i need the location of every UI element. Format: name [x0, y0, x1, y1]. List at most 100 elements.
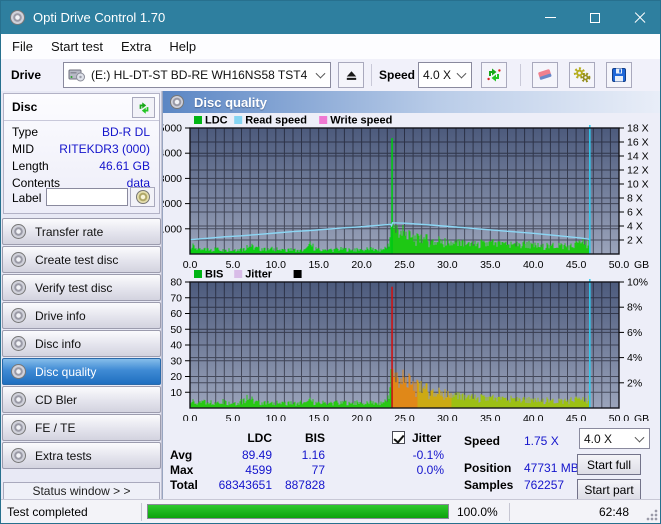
- svg-text:70: 70: [170, 292, 182, 304]
- eraser-icon: [538, 69, 552, 80]
- svg-text:20: 20: [170, 371, 182, 383]
- disc-refresh-button[interactable]: [132, 97, 155, 118]
- svg-text:0.0: 0.0: [183, 259, 198, 269]
- close-button[interactable]: [620, 1, 660, 34]
- cd-icon: [11, 448, 26, 463]
- maximize-button[interactable]: [575, 1, 615, 34]
- svg-text:40.0: 40.0: [523, 259, 544, 269]
- svg-text:4000: 4000: [163, 148, 182, 160]
- eject-button[interactable]: [338, 62, 364, 88]
- svg-text:BIS: BIS: [205, 269, 223, 281]
- position-stat-value: 47731 MB: [524, 461, 579, 475]
- disc-label-button[interactable]: [130, 187, 155, 207]
- drive-value: (E:) HL-DT-ST BD-RE WH16NS58 TST4: [91, 68, 308, 82]
- ldc-column-header: LDC: [247, 431, 272, 445]
- svg-text:30: 30: [170, 355, 182, 367]
- ldc-read-speed-chart: 1000 2000 3000 4000 5000 2 X 4 X 6 X 8 X 10 X 12 X…: [163, 115, 649, 269]
- toolbar-separator: [371, 64, 372, 86]
- sidebar-item-fe-te[interactable]: FE / TE: [2, 414, 161, 441]
- sidebar-item-label: Create test disc: [35, 252, 119, 267]
- samples-stat-value: 762257: [524, 478, 565, 492]
- svg-text:4%: 4%: [627, 352, 642, 364]
- disc-label-input[interactable]: [46, 188, 128, 206]
- field-label: Label: [12, 191, 42, 205]
- avg-bis-value: 1.16: [301, 448, 325, 462]
- drive-select[interactable]: (E:) HL-DT-ST BD-RE WH16NS58 TST4: [63, 62, 331, 88]
- max-row-label: Max: [170, 463, 194, 477]
- drive-label: Drive: [11, 68, 42, 82]
- svg-text:5000: 5000: [163, 123, 182, 135]
- menu-help[interactable]: Help: [160, 36, 205, 57]
- field-value: BD-R DL: [101, 125, 150, 139]
- bis-jitter-chart: 10 20 30 40 50 60 70 80 2% 4% 6% 8% 10% 0.0 5.0 10.0 15.…: [170, 269, 649, 421]
- disc-panel-title: Disc: [12, 100, 38, 114]
- sidebar-item-label: CD Bler: [35, 392, 78, 407]
- save-icon: [612, 68, 626, 82]
- speed-stat-value: 1.75 X: [524, 434, 559, 448]
- svg-text:10.0: 10.0: [266, 259, 287, 269]
- sidebar-item-extra-tests[interactable]: Extra tests: [2, 442, 161, 469]
- sidebar-item-label: Drive info: [35, 308, 86, 323]
- svg-text:40: 40: [170, 340, 182, 352]
- svg-text:25.0: 25.0: [394, 413, 415, 421]
- svg-text:0.0: 0.0: [183, 413, 198, 421]
- samples-stat-label: Samples: [464, 478, 514, 492]
- avg-row-label: Avg: [170, 448, 193, 462]
- field-label: Type: [12, 125, 39, 139]
- sidebar-item-create-test-disc[interactable]: Create test disc: [2, 246, 161, 273]
- svg-text:15.0: 15.0: [308, 259, 329, 269]
- svg-text:10.0: 10.0: [266, 413, 287, 421]
- toolbar-separator: [520, 64, 521, 86]
- svg-text:2%: 2%: [627, 377, 642, 389]
- chevron-down-icon: [315, 68, 326, 79]
- menu-extra[interactable]: Extra: [112, 36, 160, 57]
- svg-text:12 X: 12 X: [627, 165, 649, 177]
- status-window-button[interactable]: Status window > >: [3, 482, 160, 500]
- cd-icon: [11, 364, 26, 379]
- speed-select[interactable]: 4.0 X: [418, 62, 472, 88]
- maximize-icon: [590, 12, 600, 23]
- chevron-down-icon: [634, 432, 645, 443]
- svg-text:5.0: 5.0: [226, 413, 241, 421]
- sidebar-item-cd-bler[interactable]: CD Bler: [2, 386, 161, 413]
- start-full-button[interactable]: Start full: [577, 454, 641, 475]
- disc-info-panel: Disc Type BD-R DL MID RITEKDR3 (000) Len…: [3, 93, 160, 214]
- chevron-down-icon: [456, 68, 467, 79]
- menu-start-test[interactable]: Start test: [42, 36, 112, 57]
- svg-text:6 X: 6 X: [627, 207, 643, 219]
- svg-text:35.0: 35.0: [480, 413, 501, 421]
- sidebar-item-transfer-rate[interactable]: Transfer rate: [2, 218, 161, 245]
- resize-grip[interactable]: [646, 509, 658, 521]
- svg-text:LDC: LDC: [205, 115, 228, 127]
- minimize-icon: [544, 17, 556, 18]
- sidebar-item-drive-info[interactable]: Drive info: [2, 302, 161, 329]
- start-part-button[interactable]: Start part: [577, 479, 641, 500]
- sidebar-item-disc-info[interactable]: Disc info: [2, 330, 161, 357]
- menu-file[interactable]: File: [3, 36, 42, 57]
- drive-icon: [68, 69, 85, 82]
- svg-text:Jitter: Jitter: [245, 269, 273, 281]
- svg-text:1000: 1000: [163, 223, 182, 235]
- max-jitter-value: 0.0%: [416, 463, 444, 477]
- minimize-button[interactable]: [530, 1, 570, 34]
- svg-text:16 X: 16 X: [627, 137, 649, 149]
- svg-text:60: 60: [170, 308, 182, 320]
- position-stat-label: Position: [464, 461, 512, 475]
- jitter-checkbox[interactable]: [392, 431, 405, 444]
- erase-disc-button[interactable]: [532, 62, 558, 88]
- cd-icon: [11, 252, 26, 267]
- svg-text:40.0: 40.0: [523, 413, 544, 421]
- sidebar-item-label: Transfer rate: [35, 224, 104, 239]
- sidebar-item-verify-test-disc[interactable]: Verify test disc: [2, 274, 161, 301]
- svg-text:30.0: 30.0: [437, 259, 458, 269]
- refresh-button[interactable]: [481, 62, 507, 88]
- settings-button[interactable]: [569, 62, 595, 88]
- gears-icon: [573, 67, 591, 83]
- status-bar: Test completed 100.0% 62:48: [1, 499, 660, 523]
- panel-title: Disc quality: [194, 94, 267, 110]
- sidebar-item-disc-quality[interactable]: Disc quality: [2, 358, 161, 385]
- test-speed-select[interactable]: 4.0 X: [579, 428, 650, 449]
- sidebar-item-label: Extra tests: [35, 448, 92, 463]
- field-label: Length: [12, 159, 49, 173]
- save-button[interactable]: [606, 62, 632, 88]
